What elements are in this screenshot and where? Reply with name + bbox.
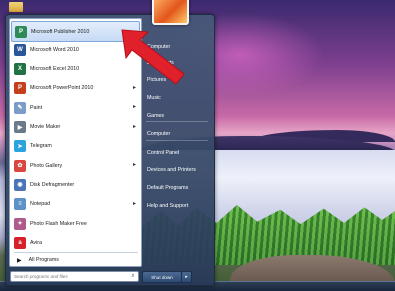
program-label: Microsoft PowerPoint 2010 bbox=[30, 85, 94, 92]
right-item-default-programs[interactable]: Default Programs bbox=[143, 181, 211, 195]
submenu-arrow-icon[interactable]: ▸ bbox=[133, 103, 136, 110]
right-item-devices-and-printers[interactable]: Devices and Printers bbox=[143, 163, 211, 177]
right-separator bbox=[146, 121, 208, 122]
search-icon[interactable]: ⌕ bbox=[129, 273, 137, 281]
word-icon: W bbox=[14, 43, 26, 56]
program-label: Notepad bbox=[30, 201, 51, 208]
program-item[interactable]: ≡ Notepad ▸ bbox=[11, 195, 138, 214]
program-label: Disk Defragmenter bbox=[30, 181, 75, 188]
right-item-computer-2[interactable]: Computer bbox=[143, 127, 211, 141]
right-item-help-and-support[interactable]: Help and Support bbox=[143, 199, 211, 213]
right-separator bbox=[146, 140, 208, 141]
shutdown-button[interactable]: Shut down bbox=[142, 271, 182, 283]
notepad-icon: ≡ bbox=[14, 198, 26, 211]
program-label: Microsoft Excel 2010 bbox=[30, 66, 80, 73]
search-input[interactable] bbox=[11, 274, 122, 279]
photo-flash-maker-icon: ✦ bbox=[14, 217, 26, 230]
program-label: Microsoft Word 2010 bbox=[30, 46, 79, 53]
publisher-icon: P bbox=[15, 25, 27, 38]
program-item[interactable]: ➤ Telegram bbox=[11, 137, 138, 156]
right-item-control-panel[interactable]: Control Panel bbox=[143, 146, 211, 160]
program-item[interactable]: ✦ Photo Flash Maker Free bbox=[11, 214, 138, 233]
avira-icon: a bbox=[14, 236, 26, 249]
program-item[interactable]: ✿ Photo Gallery ▸ bbox=[11, 156, 138, 175]
program-label: Telegram bbox=[30, 143, 52, 150]
folder-icon[interactable] bbox=[9, 2, 23, 12]
submenu-arrow-icon[interactable]: ▸ bbox=[133, 123, 136, 130]
submenu-arrow-icon[interactable]: ▸ bbox=[133, 161, 136, 168]
separator bbox=[14, 252, 138, 253]
program-label: Photo Flash Maker Free bbox=[30, 220, 87, 227]
program-label: Photo Gallery bbox=[30, 162, 63, 169]
shutdown-options-icon[interactable]: ▸ bbox=[181, 271, 192, 283]
all-programs-arrow-icon: ▶ bbox=[17, 257, 22, 264]
all-programs-button[interactable]: ▶ All Programs bbox=[12, 254, 138, 266]
search-box[interactable]: ⌕ bbox=[10, 271, 139, 282]
movie-maker-icon: ▶ bbox=[14, 121, 26, 133]
program-label: Movie Maker bbox=[30, 124, 61, 130]
photo-gallery-icon: ✿ bbox=[14, 159, 26, 172]
right-item-music[interactable]: Music bbox=[143, 91, 211, 105]
user-picture-icon[interactable] bbox=[152, 0, 189, 25]
disk-defragmenter-icon: ◉ bbox=[14, 178, 26, 191]
program-item[interactable]: ◉ Disk Defragmenter bbox=[11, 175, 138, 194]
all-programs-label: All Programs bbox=[28, 257, 59, 263]
program-label: Microsoft Publisher 2010 bbox=[31, 28, 90, 35]
red-pointer-arrow bbox=[121, 29, 185, 85]
excel-icon: X bbox=[14, 63, 26, 76]
program-item[interactable]: ✎ Paint ▸ bbox=[11, 98, 138, 117]
powerpoint-icon: P bbox=[14, 82, 26, 95]
program-label: Avira bbox=[30, 239, 42, 246]
program-item[interactable]: ▶ Movie Maker ▸ bbox=[11, 118, 138, 137]
program-item[interactable]: a Avira bbox=[11, 233, 138, 252]
paint-icon: ✎ bbox=[14, 101, 26, 114]
program-label: Paint bbox=[30, 104, 43, 111]
submenu-arrow-icon[interactable]: ▸ bbox=[133, 200, 136, 207]
telegram-icon: ➤ bbox=[14, 140, 26, 153]
